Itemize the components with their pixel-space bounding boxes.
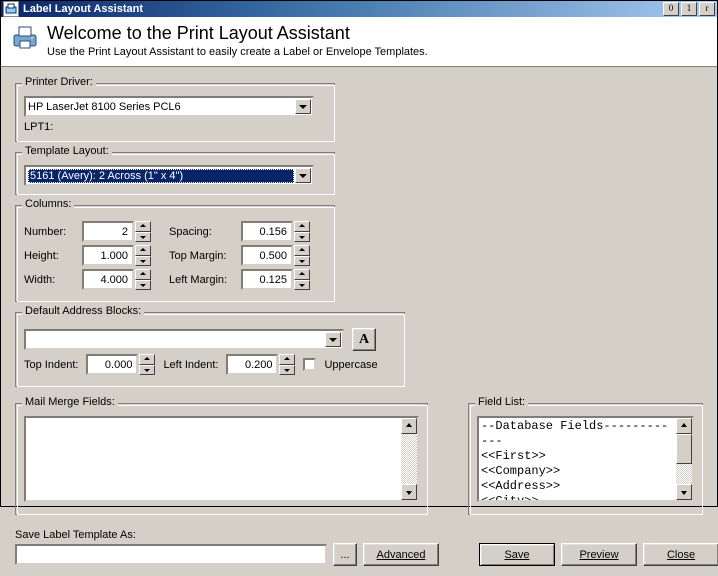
- maximize-button[interactable]: 1: [681, 2, 697, 16]
- chevron-down-icon[interactable]: [295, 168, 311, 183]
- uppercase-label: Uppercase: [324, 359, 377, 371]
- address-blocks-legend: Default Address Blocks:: [22, 305, 144, 317]
- spin-up-icon[interactable]: [279, 354, 295, 365]
- spin-down-icon[interactable]: [294, 232, 310, 243]
- spin-down-icon[interactable]: [135, 232, 151, 243]
- width-label: Width:: [24, 274, 82, 286]
- chevron-down-icon[interactable]: [295, 99, 311, 114]
- template-layout-group: Template Layout: 5161 (Avery): 2 Across …: [15, 152, 335, 195]
- field-list-group: Field List: --Database Fields-----------…: [468, 403, 703, 515]
- mail-merge-group: Mail Merge Fields:: [15, 403, 428, 515]
- address-block-select[interactable]: [24, 329, 344, 350]
- leftmargin-stepper[interactable]: [241, 269, 310, 290]
- spin-down-icon[interactable]: [279, 365, 295, 376]
- list-item[interactable]: <<First>>: [481, 449, 674, 464]
- spin-down-icon[interactable]: [294, 256, 310, 267]
- spin-up-icon[interactable]: [135, 221, 151, 232]
- list-item[interactable]: <<Address>>: [481, 479, 674, 494]
- mail-merge-legend: Mail Merge Fields:: [22, 396, 118, 408]
- printer-icon: [11, 23, 39, 51]
- close-window-button[interactable]: r: [699, 2, 715, 16]
- page-subtitle: Use the Print Layout Assistant to easily…: [47, 46, 428, 58]
- height-label: Height:: [24, 250, 82, 262]
- height-stepper[interactable]: [82, 245, 151, 266]
- spin-down-icon[interactable]: [294, 280, 310, 291]
- spin-up-icon[interactable]: [294, 245, 310, 256]
- printer-driver-legend: Printer Driver:: [22, 76, 96, 88]
- scrollbar[interactable]: [401, 418, 417, 500]
- spacing-label: Spacing:: [169, 226, 241, 238]
- save-button[interactable]: Save: [479, 543, 555, 566]
- font-button[interactable]: A: [352, 328, 376, 351]
- template-layout-select[interactable]: 5161 (Avery): 2 Across (1" x 4"): [24, 165, 314, 186]
- spin-up-icon[interactable]: [135, 245, 151, 256]
- list-item[interactable]: <<City>>: [481, 494, 674, 500]
- spin-down-icon[interactable]: [135, 256, 151, 267]
- scroll-thumb[interactable]: [676, 434, 692, 464]
- scroll-down-icon[interactable]: [401, 484, 417, 500]
- columns-group: Columns: Number: Spacing: Height:: [15, 205, 335, 302]
- field-list[interactable]: --Database Fields------------<<First>><<…: [477, 416, 694, 502]
- scroll-down-icon[interactable]: [676, 484, 692, 500]
- leftindent-stepper[interactable]: [226, 354, 295, 375]
- spin-up-icon[interactable]: [135, 269, 151, 280]
- header-panel: Welcome to the Print Layout Assistant Us…: [1, 17, 717, 67]
- spin-down-icon[interactable]: [135, 280, 151, 291]
- save-template-label: Save Label Template As:: [15, 529, 439, 541]
- window-title: Label Layout Assistant: [23, 3, 661, 15]
- spin-up-icon[interactable]: [294, 221, 310, 232]
- window-frame: Label Layout Assistant 0 1 r Welcome to …: [0, 0, 718, 507]
- printer-driver-select[interactable]: HP LaserJet 8100 Series PCL6: [24, 96, 314, 117]
- mail-merge-textarea[interactable]: [24, 416, 419, 502]
- browse-button[interactable]: ...: [333, 543, 357, 566]
- chevron-down-icon[interactable]: [325, 332, 341, 347]
- uppercase-checkbox[interactable]: [303, 358, 316, 371]
- spin-up-icon[interactable]: [139, 354, 155, 365]
- columns-legend: Columns:: [22, 198, 74, 210]
- topindent-stepper[interactable]: [86, 354, 155, 375]
- spacing-stepper[interactable]: [241, 221, 310, 242]
- preview-button[interactable]: Preview: [561, 543, 637, 566]
- close-button[interactable]: Close: [643, 543, 718, 566]
- scroll-up-icon[interactable]: [676, 418, 692, 434]
- minimize-button[interactable]: 0: [663, 2, 679, 16]
- spin-up-icon[interactable]: [294, 269, 310, 280]
- page-title: Welcome to the Print Layout Assistant: [47, 23, 428, 44]
- width-stepper[interactable]: [82, 269, 151, 290]
- scroll-up-icon[interactable]: [401, 418, 417, 434]
- topindent-label: Top Indent:: [24, 359, 78, 371]
- topmargin-stepper[interactable]: [241, 245, 310, 266]
- save-template-input[interactable]: [15, 544, 327, 565]
- advanced-button[interactable]: Advanced: [363, 543, 439, 566]
- field-list-legend: Field List:: [475, 396, 528, 408]
- scrollbar[interactable]: [676, 418, 692, 500]
- list-item[interactable]: --Database Fields------------: [481, 419, 674, 449]
- number-stepper[interactable]: [82, 221, 151, 242]
- title-bar[interactable]: Label Layout Assistant 0 1 r: [1, 1, 717, 17]
- spin-down-icon[interactable]: [139, 365, 155, 376]
- printer-port-label: LPT1:: [24, 121, 326, 133]
- list-item[interactable]: <<Company>>: [481, 464, 674, 479]
- printer-driver-group: Printer Driver: HP LaserJet 8100 Series …: [15, 83, 335, 142]
- leftmargin-label: Left Margin:: [169, 274, 241, 286]
- leftindent-label: Left Indent:: [163, 359, 218, 371]
- app-icon: [3, 1, 19, 17]
- topmargin-label: Top Margin:: [169, 250, 241, 262]
- address-blocks-group: Default Address Blocks: A Top Indent: Le…: [15, 312, 405, 387]
- template-layout-legend: Template Layout:: [22, 145, 112, 157]
- number-label: Number:: [24, 226, 82, 238]
